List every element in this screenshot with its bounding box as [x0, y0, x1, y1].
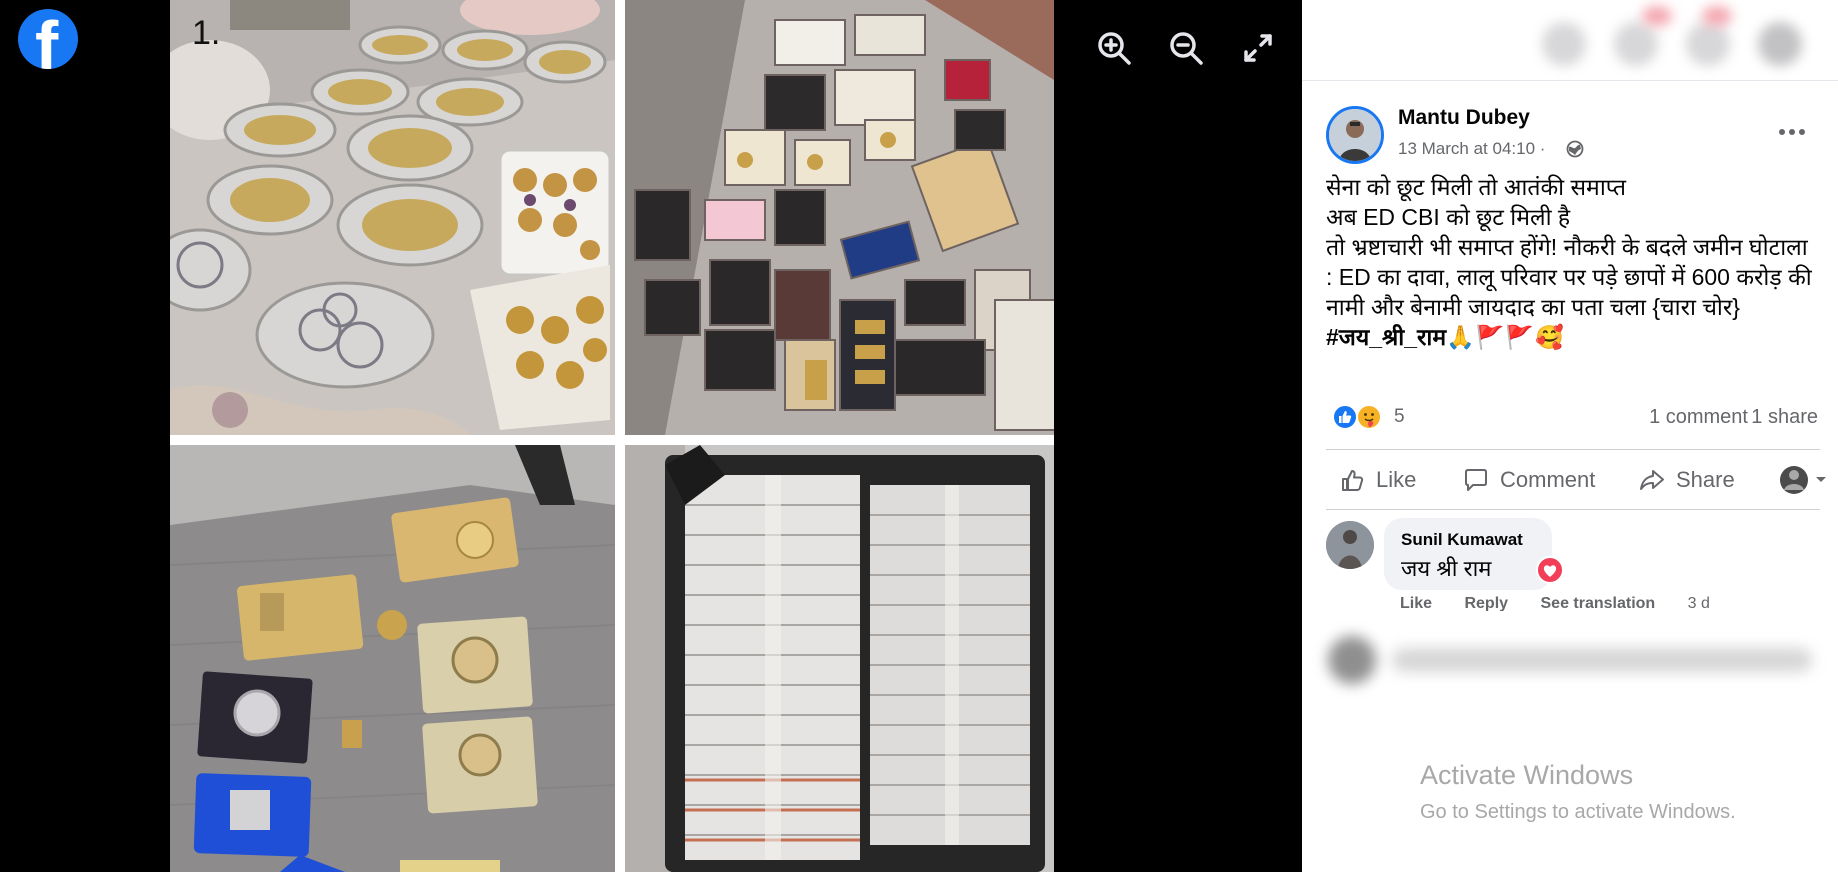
- reaction-picker-button[interactable]: [1778, 462, 1832, 498]
- comment-timestamp[interactable]: 3 d: [1688, 595, 1710, 611]
- fullscreen-button[interactable]: [1238, 28, 1278, 68]
- share-count-link[interactable]: 1 share: [1751, 406, 1818, 429]
- zoom-out-icon: [1170, 32, 1203, 65]
- actions-divider: [1326, 509, 1820, 510]
- post-author-name[interactable]: Mantu Dubey: [1398, 106, 1530, 130]
- like-reaction-icon: [1332, 404, 1358, 430]
- zoom-in-button[interactable]: [1094, 28, 1134, 68]
- photo-collage: 1.: [170, 0, 1054, 872]
- commenter-name[interactable]: Sunil Kumawat: [1401, 530, 1523, 550]
- chevron-down-icon: [1816, 477, 1826, 482]
- photo-gold-coins: [170, 445, 615, 872]
- globe-icon: [1566, 140, 1584, 158]
- photo-jewellery-plates: 1.: [170, 0, 615, 435]
- photo-jewellery-boxes: [625, 0, 1054, 435]
- care-reaction-icon: [1356, 404, 1382, 430]
- post-text: सेना को छूट मिली तो आतंकी समाप्त अब ED C…: [1326, 172, 1812, 352]
- header-divider: [1302, 80, 1838, 81]
- comment-button-label: Comment: [1500, 467, 1596, 492]
- share-icon: [1640, 470, 1664, 490]
- photo-cash-briefcase: [625, 445, 1054, 872]
- comment-icon: [1465, 469, 1487, 491]
- comment-actions: Like Reply See translation 3 d: [1400, 595, 1710, 611]
- comment-count-link[interactable]: 1 comment: [1649, 406, 1748, 429]
- comment-reply-link[interactable]: Reply: [1464, 595, 1508, 611]
- blurred-comment-input: [1322, 630, 1822, 690]
- facebook-logo-icon[interactable]: f: [18, 9, 78, 69]
- activate-windows-subtitle: Go to Settings to activate Windows.: [1420, 801, 1736, 823]
- love-reaction-icon[interactable]: [1536, 556, 1564, 584]
- more-options-button[interactable]: [1774, 114, 1810, 150]
- commenter-avatar[interactable]: [1326, 521, 1374, 569]
- post-timestamp[interactable]: 13 March at 04:10 ·: [1398, 139, 1545, 159]
- like-icon: [1342, 470, 1364, 491]
- post-panel: Mantu Dubey 13 March at 04:10 · सेना को …: [1302, 0, 1838, 872]
- comment-like-link[interactable]: Like: [1400, 595, 1432, 611]
- comment-button[interactable]: Comment: [1462, 458, 1595, 502]
- share-button[interactable]: Share: [1638, 458, 1735, 502]
- see-translation-link[interactable]: See translation: [1541, 595, 1656, 611]
- hashtag-link[interactable]: #जय_श्री_राम: [1326, 324, 1446, 350]
- collage-number-label: 1.: [192, 14, 221, 52]
- fullscreen-icon: [1244, 34, 1272, 62]
- reaction-count[interactable]: 5: [1394, 406, 1405, 428]
- more-horizontal-icon: [1779, 129, 1805, 135]
- share-button-label: Share: [1676, 467, 1735, 492]
- zoom-in-icon: [1098, 32, 1131, 65]
- author-avatar[interactable]: [1326, 106, 1384, 164]
- comment-bubble: Sunil Kumawat जय श्री राम: [1384, 518, 1552, 590]
- like-button-label: Like: [1376, 467, 1417, 492]
- post-emoji: 🙏🚩🚩🥰: [1446, 324, 1565, 350]
- post-body-text: सेना को छूट मिली तो आतंकी समाप्त अब ED C…: [1326, 174, 1812, 320]
- zoom-out-button[interactable]: [1166, 28, 1206, 68]
- photo-viewer: f 1.: [0, 0, 1302, 872]
- like-button[interactable]: Like: [1338, 458, 1416, 502]
- comment-text: जय श्री राम: [1401, 556, 1492, 581]
- reactions-divider: [1326, 449, 1820, 450]
- blurred-header-icons: [1532, 6, 1832, 70]
- activate-windows-title: Activate Windows: [1420, 760, 1634, 790]
